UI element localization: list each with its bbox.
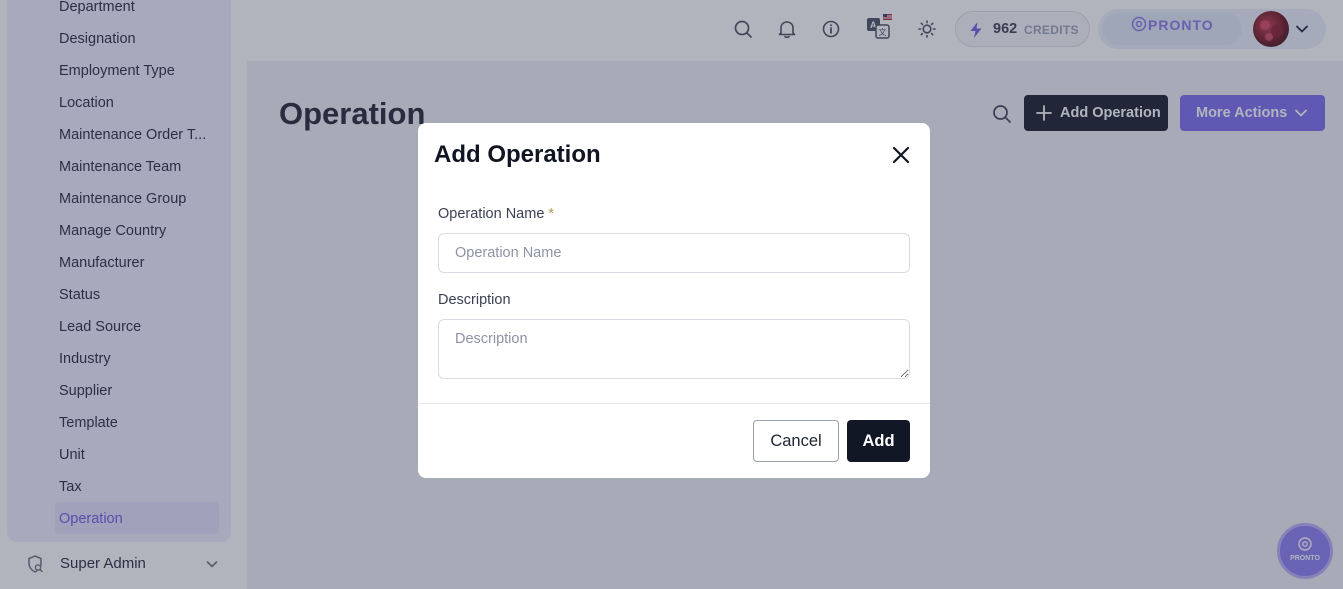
description-textarea[interactable]	[438, 319, 910, 379]
required-marker: *	[548, 206, 555, 222]
close-icon[interactable]	[891, 145, 911, 165]
operation-name-label-text: Operation Name	[438, 206, 545, 222]
add-operation-dialog: Add Operation Operation Name * Descripti…	[418, 123, 930, 478]
description-label: Description	[438, 292, 511, 308]
dialog-title: Add Operation	[434, 141, 601, 168]
operation-name-input[interactable]	[438, 233, 910, 273]
operation-name-label: Operation Name *	[438, 206, 554, 222]
add-button[interactable]: Add	[847, 420, 910, 462]
dialog-footer-divider	[418, 403, 930, 404]
cancel-button[interactable]: Cancel	[753, 420, 839, 462]
